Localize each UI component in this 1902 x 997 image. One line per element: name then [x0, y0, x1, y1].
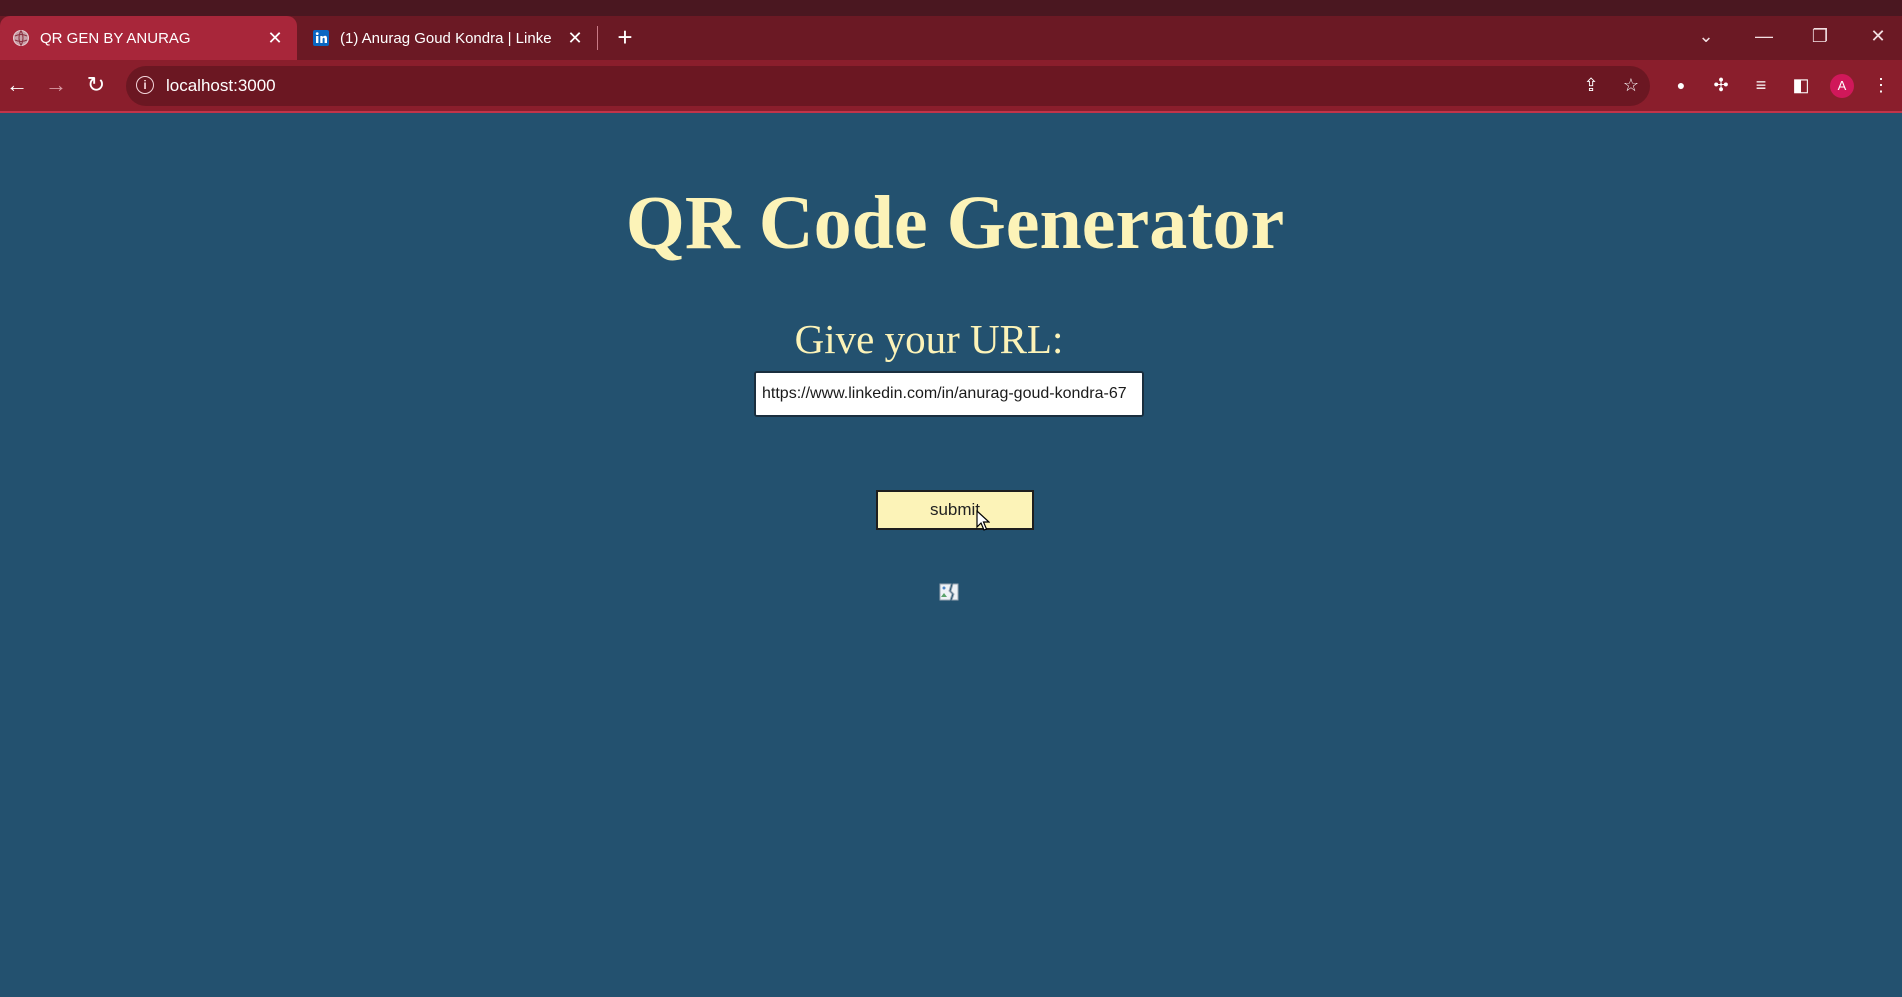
- tab-separator: [597, 26, 598, 50]
- broken-image-icon: [939, 583, 959, 601]
- window-titlebar: [0, 0, 1902, 16]
- tab-title: QR GEN BY ANURAG: [40, 29, 191, 47]
- back-icon[interactable]: ←: [2, 70, 32, 100]
- new-tab-button[interactable]: +: [612, 22, 638, 52]
- tab-strip: QR GEN BY ANURAG ✕ (1) Anurag Goud Kondr…: [0, 16, 1902, 60]
- linkedin-icon: [313, 30, 329, 46]
- mouse-cursor-icon: [976, 510, 990, 531]
- bookmark-star-icon[interactable]: ☆: [1616, 70, 1646, 100]
- tab-search-icon[interactable]: ⌄: [1684, 16, 1728, 56]
- tab-linkedin[interactable]: (1) Anurag Goud Kondra | Linke ✕: [300, 16, 597, 60]
- close-tab-icon[interactable]: ✕: [565, 28, 585, 49]
- tab-qr-gen[interactable]: QR GEN BY ANURAG ✕: [0, 16, 297, 60]
- close-window-icon[interactable]: ✕: [1856, 16, 1900, 56]
- address-text[interactable]: localhost:3000: [166, 76, 276, 96]
- extension-icon[interactable]: ●: [1666, 70, 1696, 100]
- puzzle-icon[interactable]: ✣: [1706, 70, 1736, 100]
- globe-icon: [13, 30, 29, 46]
- address-bar[interactable]: i localhost:3000: [126, 66, 1650, 106]
- menu-icon[interactable]: ⋮: [1866, 70, 1896, 100]
- reload-icon[interactable]: ↻: [81, 70, 111, 100]
- forward-icon[interactable]: →: [41, 70, 71, 100]
- share-icon[interactable]: ⇪: [1576, 70, 1606, 100]
- toolbar-divider: [0, 111, 1902, 113]
- minimize-icon[interactable]: —: [1742, 16, 1786, 56]
- submit-button[interactable]: submit: [876, 490, 1034, 530]
- page-title: QR Code Generator: [625, 181, 1285, 265]
- url-input[interactable]: [754, 371, 1144, 417]
- info-icon[interactable]: i: [136, 76, 154, 94]
- url-label: Give your URL:: [794, 316, 1064, 362]
- avatar[interactable]: A: [1830, 74, 1854, 98]
- tab-title: (1) Anurag Goud Kondra | Linke: [340, 29, 552, 47]
- side-panel-icon[interactable]: ◧: [1786, 70, 1816, 100]
- reading-list-icon[interactable]: ≡: [1746, 70, 1776, 100]
- restore-icon[interactable]: ❐: [1798, 16, 1842, 56]
- close-tab-icon[interactable]: ✕: [265, 28, 285, 49]
